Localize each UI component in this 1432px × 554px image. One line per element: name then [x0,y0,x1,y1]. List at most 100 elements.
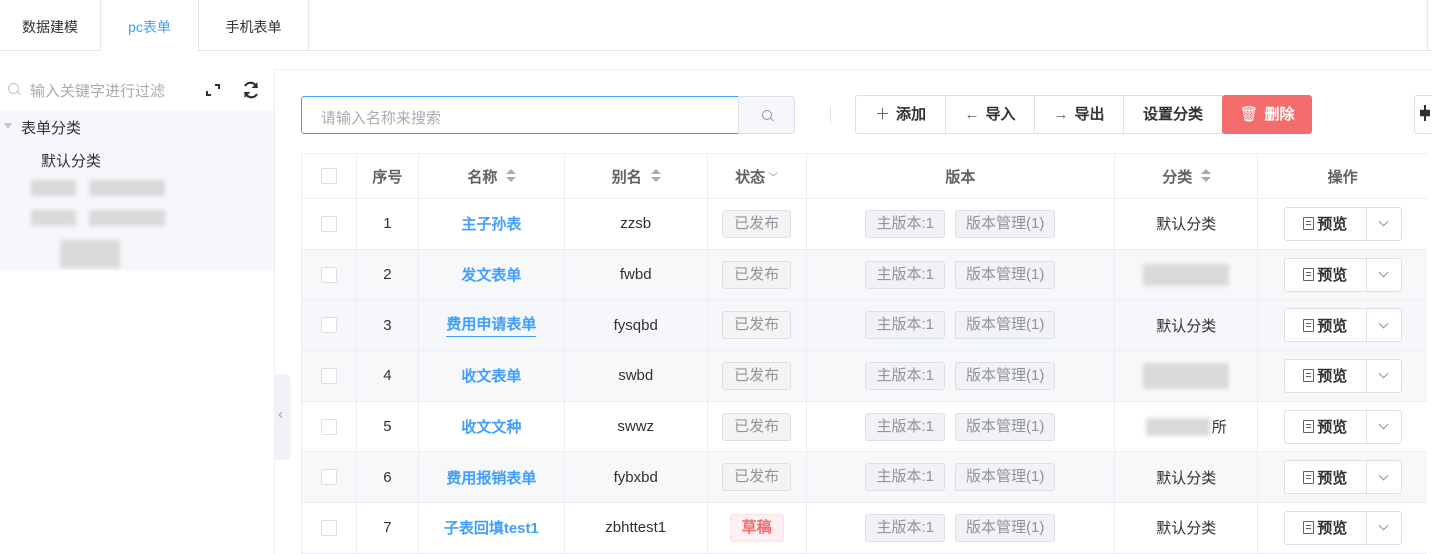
chevron-down-icon[interactable]: ﹀ [768,169,778,184]
preview-button[interactable]: 预览 [1285,511,1367,544]
preview-button[interactable]: 预览 [1285,207,1367,240]
table-row[interactable]: 4 收文表单 swbd 已发布 主版本:1 版本管理(1) 预览 [302,351,1427,402]
blurred-tree-node [60,240,120,268]
version-cell: 主版本:1 版本管理(1) [807,452,1116,503]
search-button[interactable] [738,96,795,134]
row-checkbox[interactable] [320,367,337,384]
more-actions-dropdown[interactable] [1367,461,1401,493]
status-badge: 已发布 [722,260,792,289]
row-checkbox[interactable] [320,469,337,486]
tab-pc-form[interactable]: pc表单 [100,0,199,52]
row-checkbox[interactable] [320,317,337,334]
header-category[interactable]: 分类 [1115,154,1259,198]
index-cell: 1 [357,199,419,249]
more-actions-dropdown[interactable] [1367,512,1401,544]
more-actions-dropdown[interactable] [1367,208,1401,240]
table-row[interactable]: 7 子表回填test1 zbhttest1 草稿 主版本:1 版本管理(1) 默认分类 预览 [302,503,1427,554]
import-button[interactable]: ← 导入 [945,95,1035,134]
version-cell: 主版本:1 版本管理(1) [807,351,1116,401]
table-row[interactable]: 1 主子孙表 zzsb 已发布 主版本:1 版本管理(1) 默认分类 预览 [302,199,1427,250]
row-select-cell [302,452,357,503]
sort-icon[interactable] [505,169,517,183]
header-name-label: 名称 [467,168,498,186]
preview-button[interactable]: 预览 [1285,309,1367,342]
version-management-button[interactable]: 版本管理(1) [955,311,1056,340]
version-cell: 主版本:1 版本管理(1) [807,199,1116,249]
refresh-icon[interactable] [241,80,261,100]
category-cell [1115,351,1259,401]
header-status[interactable]: 状态 ﹀ [708,154,807,198]
index-cell: 6 [357,452,419,503]
collapse-panel-handle[interactable]: ‹ [275,374,291,460]
name-cell: 收文表单 [419,351,565,401]
form-name-link[interactable]: 发文表单 [461,264,521,285]
table-row[interactable]: 2 发文表单 fwbd 已发布 主版本:1 版本管理(1) 预览 [302,249,1427,301]
more-actions-dropdown[interactable] [1367,411,1401,443]
version-management-button[interactable]: 版本管理(1) [955,260,1056,289]
row-index: 7 [383,519,392,537]
header-name[interactable]: 名称 [419,154,565,198]
tree-filter-input[interactable]: 输入关键字进行过滤 [0,70,274,110]
arrow-left-icon: ← [964,106,980,123]
form-name-link[interactable]: 收文文种 [461,416,521,437]
row-checkbox[interactable] [320,215,337,232]
table-row[interactable]: 5 收文文种 swwz 已发布 主版本:1 版本管理(1) 所 预览 [302,401,1427,453]
preview-button[interactable]: 预览 [1285,258,1367,291]
row-checkbox[interactable] [320,266,337,283]
row-checkbox[interactable] [320,519,337,536]
version-management-button[interactable]: 版本管理(1) [955,463,1056,492]
more-actions-dropdown[interactable] [1367,360,1401,392]
form-name-link[interactable]: 费用报销表单 [446,467,536,488]
document-icon [1303,420,1315,434]
category-cell: 默认分类 [1115,300,1259,351]
export-button[interactable]: → 导出 [1034,95,1124,134]
preview-label: 预览 [1317,469,1348,487]
category-text: 所 [1211,419,1227,437]
header-version-label: 版本 [945,168,976,186]
search-input[interactable]: 请输入名称来搜索 [301,96,739,134]
form-name-link[interactable]: 子表回填test1 [444,517,539,538]
name-cell: 发文表单 [419,249,565,300]
tree-node-form-category[interactable]: 表单分类 [21,117,81,138]
header-status-label: 状态 [735,168,766,186]
select-all-checkbox[interactable] [320,168,337,184]
more-actions-dropdown[interactable] [1367,309,1401,341]
version-management-button[interactable]: 版本管理(1) [955,209,1056,238]
index-cell: 4 [357,351,419,401]
preview-button[interactable]: 预览 [1285,461,1367,494]
more-actions-dropdown[interactable] [1367,259,1401,291]
table-row[interactable]: 6 费用报销表单 fybxbd 已发布 主版本:1 版本管理(1) 默认分类 预览 [302,452,1427,504]
form-name-link[interactable]: 收文表单 [461,365,521,386]
form-name-link[interactable]: 费用申请表单 [446,313,537,338]
preview-button[interactable]: 预览 [1285,410,1367,443]
caret-down-icon[interactable] [4,123,12,129]
header-action-label: 操作 [1327,168,1358,186]
arrow-right-icon: → [1053,106,1069,123]
sort-icon[interactable] [650,169,661,183]
table-row[interactable]: 3 费用申请表单 fysqbd 已发布 主版本:1 版本管理(1) 默认分类 预览 [302,300,1427,352]
sort-icon[interactable] [1200,169,1212,183]
tab-mobile-form[interactable]: 手机表单 [199,0,309,51]
category-cell [1115,249,1259,300]
table-header: 序号 名称 别名 状态 ﹀ 版本 分类 操作 [302,154,1427,199]
preview-label: 预览 [1317,419,1348,437]
preview-label: 预览 [1317,267,1348,285]
form-name-link[interactable]: 主子孙表 [461,213,521,234]
tree-node-default-category[interactable]: 默认分类 [41,150,101,171]
status-cell: 已发布 [708,199,807,249]
version-management-button[interactable]: 版本管理(1) [955,361,1056,390]
version-management-button[interactable]: 版本管理(1) [955,412,1056,441]
form-alias: fybxbd [613,468,658,486]
settings-button[interactable] [1414,95,1432,134]
expand-icon[interactable] [206,84,220,96]
tab-data-modeling[interactable]: 数据建模 [0,0,101,51]
preview-button[interactable]: 预览 [1285,359,1367,392]
add-button[interactable]: ＋ 添加 [855,95,946,134]
alias-cell: fybxbd [565,452,708,503]
set-category-button[interactable]: 设置分类 [1123,95,1223,134]
delete-button[interactable]: 🗑 删除 [1222,95,1312,134]
export-label: 导出 [1074,106,1105,123]
header-alias[interactable]: 别名 [565,154,708,198]
row-checkbox[interactable] [320,418,337,435]
version-management-button[interactable]: 版本管理(1) [955,513,1056,542]
